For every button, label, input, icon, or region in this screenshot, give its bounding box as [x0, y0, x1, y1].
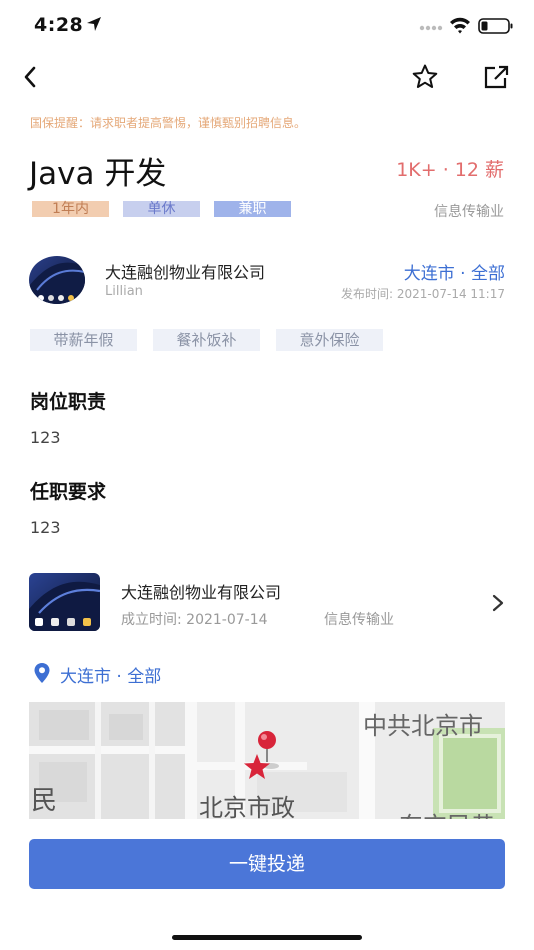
wifi-icon: [450, 17, 470, 34]
recruiter-name: Lillian: [105, 284, 143, 299]
battery-icon: [478, 18, 513, 34]
back-chevron-icon[interactable]: [18, 62, 44, 92]
status-bar: 4:28: [0, 0, 534, 52]
card-industry: 信息传输业: [324, 612, 394, 628]
job-tags: 1年内 单休 兼职: [32, 201, 291, 217]
salary: 1K+ · 12 薪: [396, 159, 504, 181]
card-company-name: 大连融创物业有限公司: [121, 583, 282, 602]
favorite-star-icon[interactable]: [410, 62, 440, 92]
location-text: 大连市 · 全部: [60, 667, 162, 687]
duties-title: 岗位职责: [30, 391, 107, 413]
company-card[interactable]: 大连融创物业有限公司 成立时间: 2021-07-14 信息传输业: [29, 572, 505, 634]
requirements-title: 任职要求: [30, 481, 107, 503]
benefit-tag: 带薪年假: [30, 329, 137, 351]
map-label: 民: [31, 786, 58, 816]
duties-text: 123: [30, 428, 61, 447]
benefit-tag: 意外保险: [276, 329, 383, 351]
signal-dots-icon: [419, 25, 443, 31]
founded-date: 成立时间: 2021-07-14: [121, 612, 268, 628]
location-map[interactable]: 中共北京市 北京市政 民 东交民巷: [29, 702, 505, 819]
company-header: 大连融创物业有限公司 Lillian 大连市 · 全部 发布时间: 2021-0…: [29, 254, 505, 304]
company-name[interactable]: 大连融创物业有限公司: [105, 259, 265, 283]
safety-notice: 国保提醒：请求职者提高警惕，谨慎甄别招聘信息。: [30, 116, 307, 130]
status-time: 4:28: [34, 14, 84, 36]
job-location: 大连市 · 全部: [403, 264, 505, 284]
map-label: 东交民巷: [399, 806, 495, 819]
chevron-right-icon: [492, 594, 504, 612]
location-arrow-icon: [87, 17, 101, 31]
tag-type: 兼职: [214, 201, 291, 217]
company-logo: [29, 573, 100, 631]
home-indicator: [172, 935, 362, 940]
tag-experience: 1年内: [32, 201, 109, 217]
map-label: 北京市政: [199, 794, 295, 819]
tag-rest: 单休: [123, 201, 200, 217]
map-label: 中共北京市: [363, 712, 483, 740]
apply-button[interactable]: 一键投递: [29, 839, 505, 889]
location-pin-icon: [34, 663, 50, 683]
benefit-tag: 餐补饭补: [153, 329, 260, 351]
share-icon[interactable]: [482, 62, 510, 92]
job-title: Java 开发: [29, 156, 167, 192]
requirements-text: 123: [30, 518, 61, 537]
industry-label: 信息传输业: [434, 204, 504, 220]
company-avatar[interactable]: [29, 256, 85, 304]
benefits-list: 带薪年假 餐补饭补 意外保险: [30, 329, 383, 351]
publish-time: 发布时间: 2021-07-14 11:17: [341, 287, 505, 301]
